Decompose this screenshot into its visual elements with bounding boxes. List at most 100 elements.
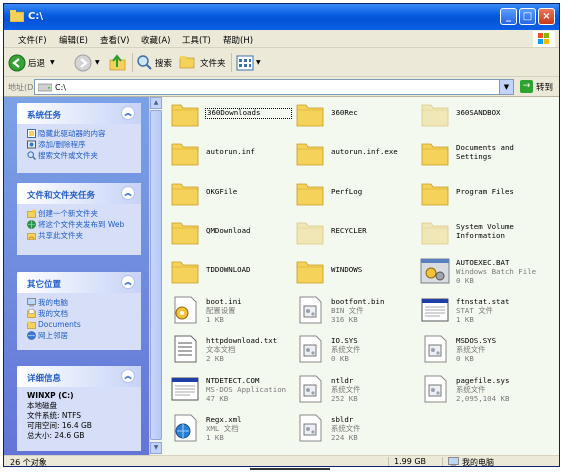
- folder-item[interactable]: Documents and Settings: [416, 137, 538, 171]
- menu-help[interactable]: 帮助(H): [223, 34, 253, 46]
- status-divider: [442, 457, 443, 466]
- folder-icon: [421, 104, 449, 127]
- folder-item[interactable]: Program Files: [416, 177, 538, 211]
- address-value: C:\: [55, 83, 66, 92]
- file-name: autorun.inf.exe: [331, 147, 398, 156]
- scroll-up-arrow-icon[interactable]: ▲: [150, 97, 162, 109]
- folder-item[interactable]: WINDOWS: [291, 255, 413, 289]
- file-item[interactable]: AUTOEXEC.BAT Windows Batch File 0 KB: [416, 255, 538, 289]
- title-bar[interactable]: C:\ _ □ ×: [4, 4, 559, 30]
- folder-item[interactable]: 360SANDBOX: [416, 98, 538, 132]
- task-new-folder[interactable]: 创建一个新文件夹: [27, 209, 141, 218]
- menu-edit[interactable]: 编辑(E): [59, 34, 88, 46]
- file-folder-tasks-panel: 文件和文件夹任务 ︽ 创建一个新文件夹 将这个文件夹发布到 Web 共享此文件夹: [17, 183, 141, 255]
- forward-dropdown-icon[interactable]: ▼: [95, 59, 100, 66]
- address-dropdown-icon[interactable]: ▼: [499, 80, 513, 94]
- file-folder-tasks-title: 文件和文件夹任务: [27, 191, 96, 201]
- scroll-thumb[interactable]: [150, 110, 162, 440]
- window-title: C:\: [28, 11, 43, 22]
- folder-item[interactable]: 360Rec: [291, 98, 413, 132]
- file-meta: 系统文件 0 KB: [331, 345, 416, 363]
- task-hide-drive-contents[interactable]: 隐藏此驱动器的内容: [27, 129, 141, 138]
- back-dropdown-icon[interactable]: ▼: [50, 59, 55, 66]
- folder-item[interactable]: RECYCLER: [291, 216, 413, 250]
- file-item[interactable]: bootfont.bin BIN 文件 316 KB: [291, 294, 413, 328]
- folder-item[interactable]: QMDownload: [166, 216, 288, 250]
- file-item[interactable]: sbldr 系统文件 224 KB: [291, 412, 413, 446]
- go-button[interactable]: → 转到: [520, 80, 553, 93]
- file-meta: 系统文件 2,095,104 KB: [456, 385, 541, 403]
- details-header[interactable]: 详细信息 ︽: [17, 366, 141, 387]
- xml-file-icon: [174, 414, 197, 442]
- minimize-button[interactable]: _: [500, 8, 517, 25]
- collapse-chevron-icon[interactable]: ︽: [121, 106, 135, 120]
- task-search-files[interactable]: 搜索文件或文件夹: [27, 151, 141, 160]
- folder-icon: [421, 183, 449, 206]
- file-item[interactable]: Regx.xml XML 文档 1 KB: [166, 412, 288, 446]
- folder-item[interactable]: PerfLog: [291, 177, 413, 211]
- close-button[interactable]: ×: [538, 8, 555, 25]
- address-field[interactable]: C:\ ▼: [34, 79, 514, 95]
- maximize-button[interactable]: □: [519, 8, 536, 25]
- views-dropdown-icon[interactable]: ▼: [256, 59, 261, 66]
- task-share-folder[interactable]: 共享此文件夹: [27, 231, 141, 240]
- back-button[interactable]: 后退 ▼: [8, 52, 55, 73]
- file-size: 316 KB: [331, 314, 358, 324]
- file-name: QMDownload: [206, 226, 251, 235]
- other-places-header[interactable]: 其它位置 ︽: [17, 272, 141, 293]
- file-item[interactable]: ftnstat.stat STAT 文件 1 KB: [416, 294, 538, 328]
- task-pane: 系统任务 ︽ 隐藏此驱动器的内容 添加/删除程序 搜索文件或文件夹 文件和文件夹…: [4, 97, 149, 455]
- task-publish-web[interactable]: 将这个文件夹发布到 Web: [27, 220, 141, 229]
- folder-item[interactable]: OKGFile: [166, 177, 288, 211]
- toolbar-separator: [231, 53, 232, 72]
- up-folder-button[interactable]: [108, 52, 128, 73]
- file-size: 2 KB: [206, 353, 224, 363]
- folders-button[interactable]: 文件夹: [179, 52, 226, 73]
- file-item[interactable]: ntldr 系统文件 252 KB: [291, 373, 413, 407]
- file-item[interactable]: boot.ini 配置设置 1 KB: [166, 294, 288, 328]
- folder-icon: [296, 222, 324, 245]
- file-folder-tasks-header[interactable]: 文件和文件夹任务 ︽: [17, 183, 141, 204]
- scroll-down-arrow-icon[interactable]: ▼: [150, 442, 162, 454]
- folder-item[interactable]: autorun.inf: [166, 137, 288, 171]
- place-label: 我的电脑: [38, 298, 68, 307]
- my-documents-icon: [27, 309, 36, 318]
- task-pane-scrollbar[interactable]: ▲ ▼: [149, 97, 162, 455]
- drive-name: WINXP (C:): [27, 391, 74, 400]
- file-name: PerfLog: [331, 187, 363, 196]
- place-documents[interactable]: Documents: [27, 320, 141, 329]
- search-button[interactable]: 搜索: [136, 52, 172, 73]
- file-item[interactable]: MSDOS.SYS 系统文件 0 KB: [416, 333, 538, 367]
- folder-item[interactable]: 360Downloads: [166, 98, 292, 132]
- collapse-chevron-icon[interactable]: ︽: [121, 186, 135, 200]
- file-item[interactable]: httpdownload.txt 文本文档 2 KB: [166, 333, 288, 367]
- other-places-title: 其它位置: [27, 280, 62, 290]
- system-tasks-header[interactable]: 系统任务 ︽: [17, 103, 141, 124]
- status-bar: 26 个对象 1.99 GB 我的电脑: [4, 455, 559, 466]
- file-item[interactable]: IO.SYS 系统文件 0 KB: [291, 333, 413, 367]
- file-name: Program Files: [456, 187, 514, 196]
- menu-view[interactable]: 查看(V): [100, 34, 129, 46]
- collapse-chevron-icon[interactable]: ︽: [121, 369, 135, 383]
- folder-item[interactable]: System Volume Information: [416, 216, 538, 250]
- folder-icon: [171, 104, 199, 127]
- place-network[interactable]: 网上邻居: [27, 331, 141, 340]
- file-item[interactable]: pagefile.sys 系统文件 2,095,104 KB: [416, 373, 538, 407]
- folder-item[interactable]: TDDOWNLOAD: [166, 255, 288, 289]
- place-my-computer[interactable]: 我的电脑: [27, 298, 141, 307]
- folder-icon: [171, 183, 199, 206]
- views-button[interactable]: ▼: [236, 52, 261, 73]
- file-meta: STAT 文件 1 KB: [456, 306, 541, 324]
- file-name: 360SANDBOX: [456, 108, 501, 117]
- place-my-documents[interactable]: 我的文档: [27, 309, 141, 318]
- file-item[interactable]: NTDETECT.COM MS-DOS Application 47 KB: [166, 373, 288, 407]
- task-add-remove-programs[interactable]: 添加/删除程序: [27, 140, 141, 149]
- my-computer-icon: [448, 457, 459, 466]
- menu-file[interactable]: 文件(F): [18, 34, 47, 46]
- folder-item[interactable]: autorun.inf.exe: [291, 137, 413, 171]
- forward-button[interactable]: ▼: [74, 52, 100, 73]
- menu-tools[interactable]: 工具(T): [182, 34, 211, 46]
- menu-favorites[interactable]: 收藏(A): [141, 34, 170, 46]
- go-arrow-icon: →: [520, 80, 533, 93]
- collapse-chevron-icon[interactable]: ︽: [121, 275, 135, 289]
